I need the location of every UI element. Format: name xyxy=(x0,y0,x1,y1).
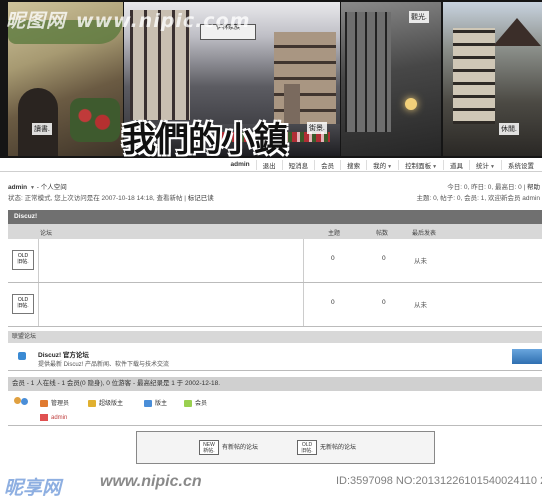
column-topics: 主题 xyxy=(328,231,341,237)
legend-super-moderator: 超级版主 xyxy=(88,398,123,407)
banner-caption: 觀光. xyxy=(409,11,429,23)
legend-admin: 管理员 xyxy=(40,398,69,407)
chevron-down-icon: ▼ xyxy=(432,163,438,170)
forum-column-headers: 论坛 主题 帖数 最后发表 xyxy=(8,224,542,239)
column-forum: 论坛 xyxy=(40,231,53,237)
old-posts-icon: OLD 旧帖. xyxy=(12,250,34,270)
nav-tools[interactable]: 道具 xyxy=(443,159,469,170)
nav-search[interactable]: 搜索 xyxy=(340,159,366,170)
forum-name-cell[interactable] xyxy=(38,283,304,326)
nav-stats[interactable]: 统计▼ xyxy=(469,159,501,170)
mark-read-link[interactable]: 标记已读 xyxy=(188,195,214,202)
nav-messages[interactable]: 短消息 xyxy=(281,159,315,170)
nav-settings[interactable]: 系统设置 xyxy=(501,159,540,170)
legend-new-posts: NEW 新帖. 有新帖的论坛 xyxy=(199,440,258,455)
chevron-down-icon[interactable]: ▼ xyxy=(30,185,35,191)
legend-member: 会员 xyxy=(184,398,207,407)
legend-no-new-posts: OLD 旧帖. 无新帖的论坛 xyxy=(297,440,356,455)
forum-row[interactable]: OLD 旧帖. 0 0 从未 xyxy=(8,239,542,283)
column-posts: 帖数 xyxy=(376,231,389,237)
link-bullet-icon xyxy=(18,352,26,360)
user-bar: admin ▼ - 个人空间 状态: 正常模式, 您上次访问是在 2007-10… xyxy=(8,184,540,202)
banner-photo-houses xyxy=(443,2,542,156)
watermark-top: 昵图网 www.nipic.com xyxy=(6,10,251,32)
forum-topics: 0 xyxy=(331,255,335,262)
category-header[interactable]: Discuz! xyxy=(8,210,542,224)
online-member[interactable]: admin xyxy=(40,414,67,421)
forum-last-post: 从未 xyxy=(414,302,427,309)
chevron-down-icon: ▼ xyxy=(387,163,393,170)
new-posts-icon: NEW 新帖. xyxy=(199,440,219,455)
site-title: 我們的小鎮 xyxy=(122,120,288,158)
nav-user-admin[interactable]: admin xyxy=(224,161,255,168)
nav-control-panel[interactable]: 控制面板▼ xyxy=(398,159,443,170)
watermark-bottom: 昵享网 www.nipic.cn ID:3597098 NO:201312261… xyxy=(4,473,542,499)
old-posts-icon: OLD 旧帖. xyxy=(297,440,317,455)
banner-caption: 休閒. xyxy=(499,123,519,135)
top-nav: admin 退出 短消息 会员 搜索 我的▼ 控制面板▼ 道具 统计▼ 系统设置 xyxy=(0,158,542,172)
online-list: 管理员 超级版主 版主 会员 admin xyxy=(8,392,542,426)
link-title[interactable]: Discuz! 官方论坛 xyxy=(38,349,89,359)
stats-today: 今日: 0, 昨日: 0, 最高日: 0 xyxy=(447,184,522,191)
forum-name-cell[interactable] xyxy=(38,239,304,282)
help-link[interactable]: 帮助 xyxy=(527,184,540,191)
forum-row[interactable]: OLD 旧帖. 0 0 从未 xyxy=(8,283,542,327)
online-summary[interactable]: 会员 - 1 人在线 - 1 会员(0 隐身), 0 位游客 - 最高纪录是 1… xyxy=(8,377,542,391)
forum-posts: 0 xyxy=(382,299,386,306)
nav-my[interactable]: 我的▼ xyxy=(366,159,398,170)
banner-caption: 街景. xyxy=(307,122,327,134)
old-posts-icon: OLD 旧帖. xyxy=(12,294,34,314)
column-last-post: 最后发表 xyxy=(412,231,437,237)
nav-members[interactable]: 会员 xyxy=(314,159,340,170)
stats-totals: 主题: 0, 帖子: 0, 会员: 1, 欢迎新会员 admin xyxy=(416,195,540,202)
banner-caption: 讀書. xyxy=(32,123,52,135)
link-item[interactable]: Discuz! 官方论坛 提供最新 Discuz! 产品新闻、软件下载与技术交流 xyxy=(8,343,542,371)
space-link[interactable]: 个人空间 xyxy=(41,184,67,191)
banner-photo-night xyxy=(341,2,441,156)
chevron-down-icon: ▼ xyxy=(490,163,495,170)
users-icon xyxy=(14,397,30,408)
nav-logout[interactable]: 退出 xyxy=(255,159,282,170)
forum-topics: 0 xyxy=(331,299,335,306)
username-link[interactable]: admin xyxy=(8,184,27,191)
forum-last-post: 从未 xyxy=(414,258,427,265)
status-text: 状态: 正常模式, 您上次访问是在 2007-10-18 14:18, 查看新帖 xyxy=(8,195,183,202)
discuz-logo[interactable] xyxy=(512,349,542,364)
forum-posts: 0 xyxy=(382,255,386,262)
header-banner: 伊林家族 讀書. 街景. 觀光. 休閒. 我們的小鎮 昵图网 www.nipic.… xyxy=(0,0,542,158)
forum-icon-legend: NEW 新帖. 有新帖的论坛 OLD 旧帖. 无新帖的论坛 xyxy=(136,431,435,464)
link-description: 提供最新 Discuz! 产品新闻、软件下载与技术交流 xyxy=(38,362,170,368)
links-header: 联盟论坛 xyxy=(8,331,542,343)
legend-moderator: 版主 xyxy=(144,398,167,407)
